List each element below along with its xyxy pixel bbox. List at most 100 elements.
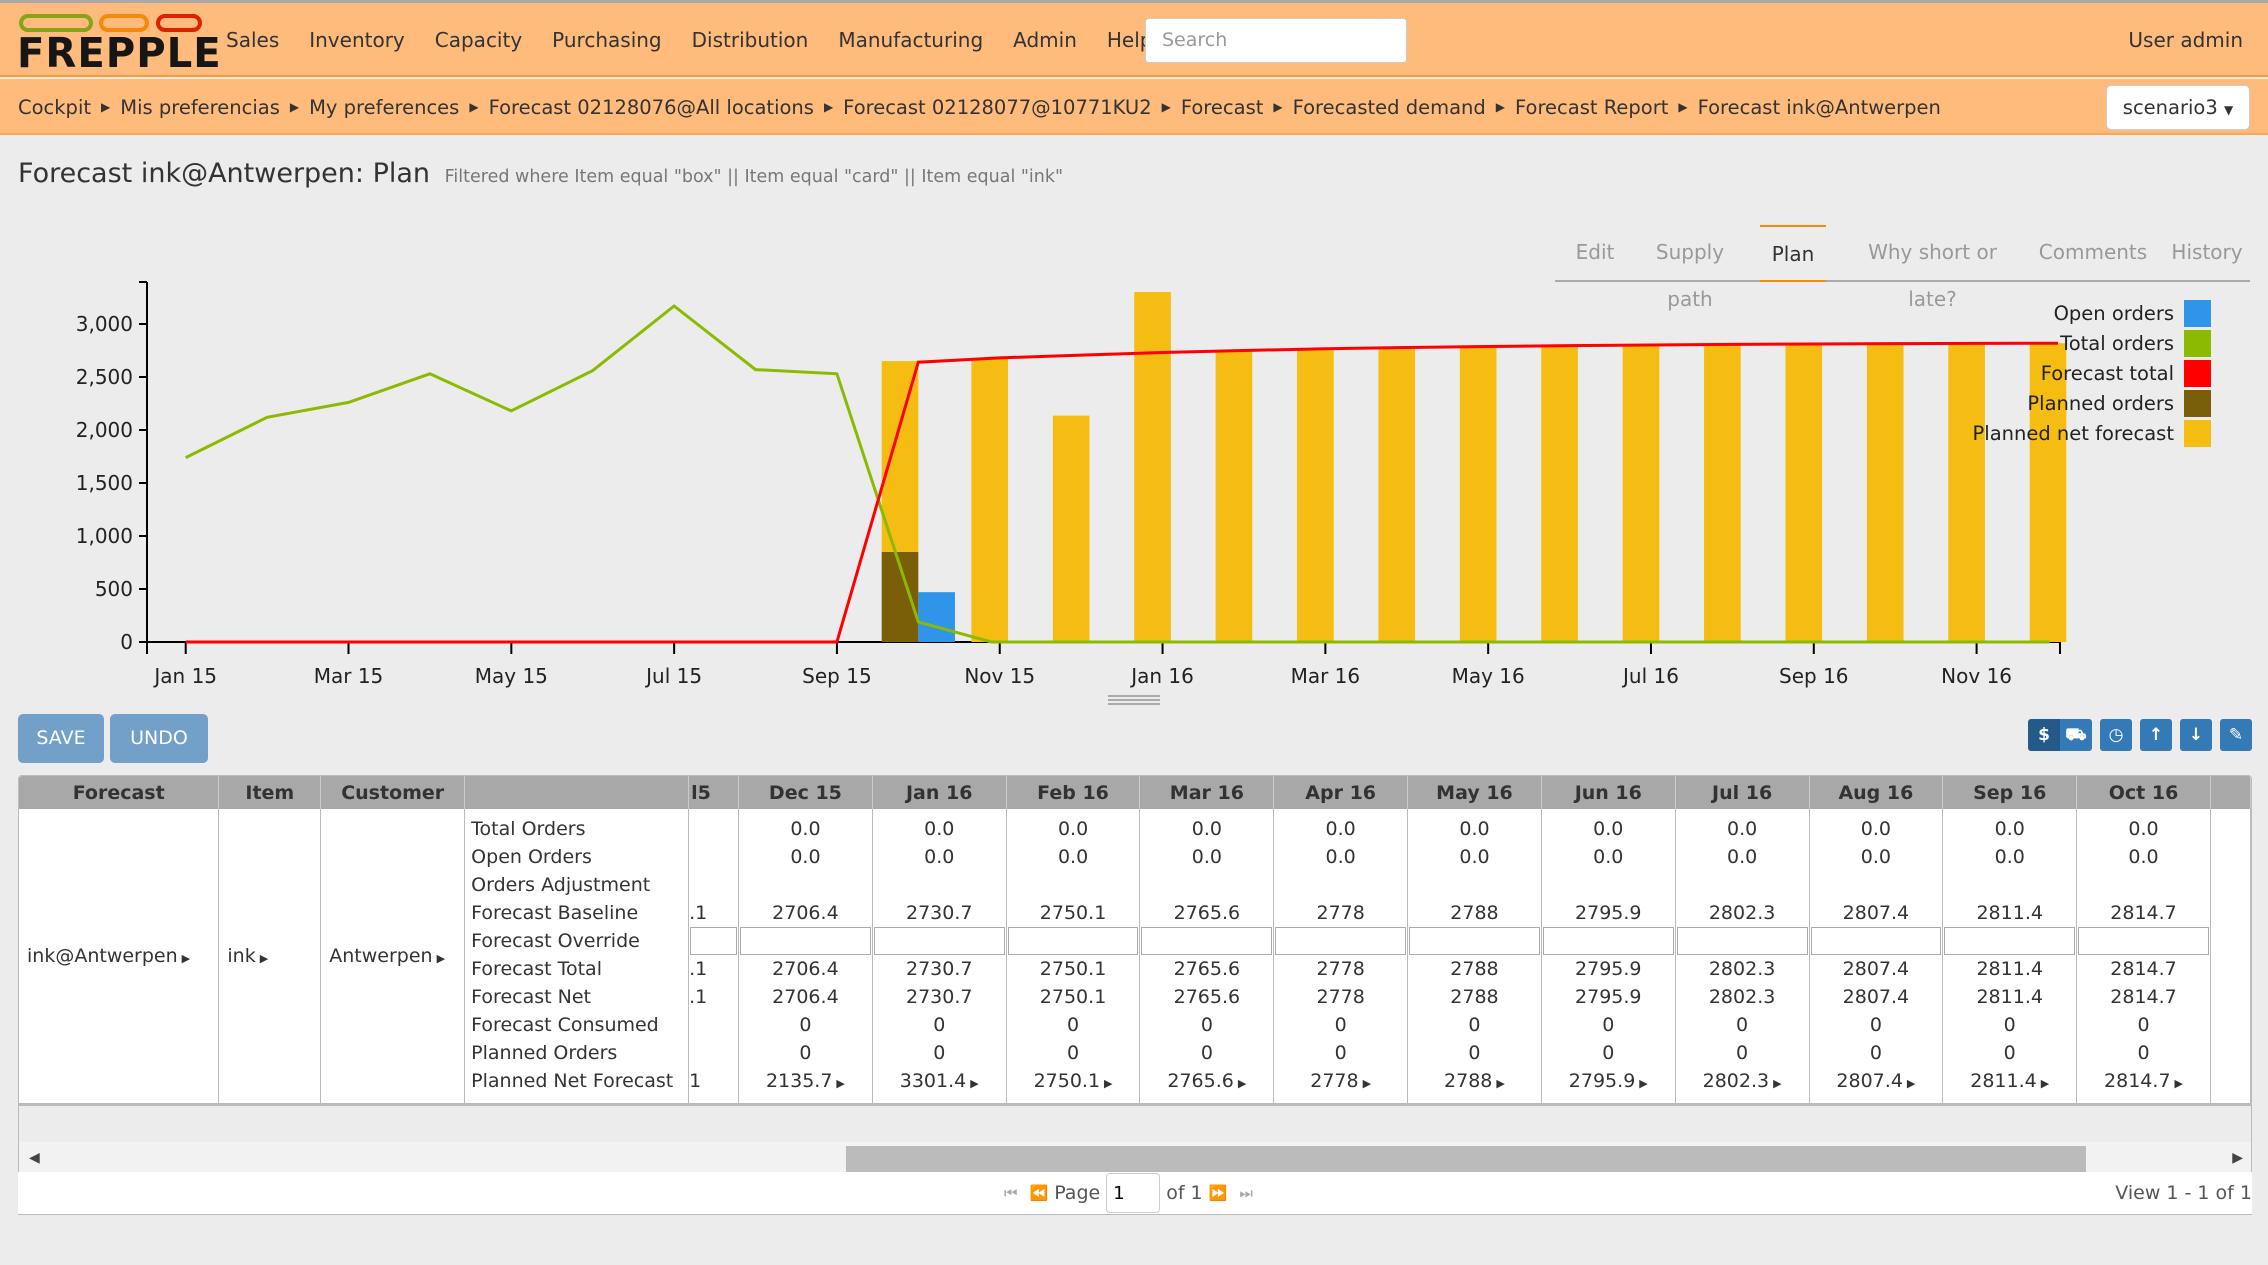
menu-admin[interactable]: Admin — [1013, 28, 1077, 52]
cell-value: 0.0 — [2128, 846, 2159, 868]
pager: ⏮ ⏪ Page of 1 ⏩ ⏭ View 1 - 1 of 1 — [18, 1172, 2252, 1214]
item-cell[interactable]: ink ▶ — [218, 809, 322, 1103]
user-menu[interactable]: User admin — [2128, 3, 2243, 77]
forecast-override-input[interactable] — [1676, 927, 1808, 955]
bar-planned-net-forecast — [1297, 348, 1334, 642]
menu-manufacturing[interactable]: Manufacturing — [838, 28, 983, 52]
breadcrumb-item[interactable]: Forecast — [1181, 96, 1264, 119]
planned-net-forecast-value[interactable]: 2814.7 ▶ — [2077, 1067, 2210, 1095]
breadcrumb-item[interactable]: Mis preferencias — [120, 96, 280, 119]
customer-cell[interactable]: Antwerpen ▶ — [320, 809, 466, 1103]
breadcrumb-item[interactable]: Forecast 02128076@All locations — [489, 96, 814, 119]
forecast-override-input[interactable] — [2078, 927, 2209, 955]
menu-capacity[interactable]: Capacity — [435, 28, 522, 52]
customer-link[interactable]: Antwerpen — [329, 945, 432, 967]
cell-value — [689, 1039, 738, 1067]
column-header-item[interactable]: Item — [218, 776, 322, 809]
column-header-period[interactable]: Feb 16 — [1006, 776, 1141, 809]
caret-right-icon: ▶ — [2174, 1077, 2183, 1090]
forecast-override-input[interactable] — [1409, 927, 1540, 955]
forecast-override-input[interactable] — [1944, 927, 2076, 955]
resize-handle[interactable] — [1108, 695, 1160, 705]
menu-inventory[interactable]: Inventory — [309, 28, 405, 52]
forecast-override-input[interactable] — [690, 927, 738, 955]
column-header-partial[interactable]: l5 — [688, 776, 740, 809]
cell-value: 0.0 — [1860, 818, 1892, 840]
arrow-down-icon[interactable]: ↓ — [2180, 719, 2212, 751]
cell-value: 0 — [1736, 1014, 1749, 1036]
menu-sales[interactable]: Sales — [226, 28, 279, 52]
breadcrumb-item[interactable]: Forecast Report — [1515, 96, 1668, 119]
page-number-input[interactable] — [1106, 1173, 1161, 1213]
column-header-period[interactable]: Oct 16 — [2076, 776, 2211, 809]
forecast-override-input[interactable] — [1275, 927, 1407, 955]
page-of-label: of 1 — [1166, 1182, 1203, 1204]
column-header-customer[interactable]: Customer — [320, 776, 466, 809]
wrench-icon[interactable]: ✎ — [2220, 719, 2252, 751]
planned-net-forecast-value[interactable]: 2778 ▶ — [1274, 1067, 1407, 1095]
column-header-period[interactable]: Aug 16 — [1809, 776, 1944, 809]
next-page-icon[interactable]: ⏩ — [1209, 1184, 1228, 1202]
column-header-period[interactable]: Jul 16 — [1675, 776, 1810, 809]
scrollbar-thumb[interactable] — [846, 1146, 2086, 1172]
scroll-left-icon[interactable]: ◀ — [29, 1150, 40, 1166]
bar-planned-net-forecast — [1866, 343, 1904, 642]
planned-net-forecast-value[interactable]: 2765.6 ▶ — [1140, 1067, 1273, 1095]
planned-net-forecast-value[interactable]: 2750.1 ▶ — [1007, 1067, 1140, 1095]
breadcrumb-item[interactable]: Forecast ink@Antwerpen — [1698, 96, 1941, 119]
column-header-period[interactable]: May 16 — [1407, 776, 1542, 809]
cell-value: 2730.7 — [905, 958, 973, 980]
breadcrumb-item[interactable]: Forecasted demand — [1293, 96, 1486, 119]
column-header-forecast[interactable]: Forecast — [19, 776, 220, 809]
column-header-period[interactable]: Mar 16 — [1139, 776, 1275, 809]
scenario-select[interactable]: scenario3 ▼ — [2106, 85, 2250, 130]
column-header-period[interactable]: Sep 16 — [1942, 776, 2078, 809]
planned-net-forecast-value[interactable]: 2135.7 ▶ — [739, 1067, 872, 1095]
first-page-icon[interactable]: ⏮ — [1004, 1184, 1018, 1202]
cell-value: 0 — [1869, 1014, 1882, 1036]
chart-legend: Open orders Total orders Forecast total Pla… — [1973, 298, 2211, 448]
forecast-override-input[interactable] — [1141, 927, 1273, 955]
forecast-override-input[interactable] — [873, 927, 1005, 955]
planned-net-forecast-value[interactable]: 2802.3 ▶ — [1676, 1067, 1809, 1095]
column-header-partial-right[interactable] — [2210, 776, 2251, 809]
menu-distribution[interactable]: Distribution — [692, 28, 809, 52]
scroll-right-icon[interactable]: ▶ — [2232, 1150, 2243, 1166]
prev-page-icon[interactable]: ⏪ — [1030, 1184, 1049, 1202]
forecast-override-input[interactable] — [1007, 927, 1139, 955]
cell-value: 2750.1 — [1039, 902, 1107, 924]
column-header-period[interactable]: Apr 16 — [1273, 776, 1409, 809]
planned-net-forecast-value[interactable]: 2811.4 ▶ — [1943, 1067, 2076, 1095]
forecast-override-input[interactable] — [740, 927, 871, 955]
bar-planned-net-forecast — [1215, 350, 1253, 642]
breadcrumb-item[interactable]: Cockpit — [18, 96, 91, 119]
breadcrumb-item[interactable]: Forecast 02128077@10771KU2 — [843, 96, 1151, 119]
forecast-override-input[interactable] — [1542, 927, 1674, 955]
clock-icon[interactable]: ◷ — [2100, 719, 2132, 751]
planned-net-forecast-value[interactable]: 3301.4 ▶ — [873, 1067, 1006, 1095]
breadcrumb-item[interactable]: My preferences — [309, 96, 459, 119]
last-page-icon[interactable]: ⏭ — [1239, 1184, 1253, 1202]
truck-icon[interactable]: ⛟ — [2060, 719, 2092, 751]
search-input[interactable]: Search — [1145, 18, 1407, 63]
column-header-period[interactable]: Dec 15 — [738, 776, 873, 809]
menu-purchasing[interactable]: Purchasing — [552, 28, 661, 52]
undo-button[interactable]: UNDO — [110, 714, 208, 763]
save-button[interactable]: SAVE — [18, 714, 104, 763]
column-header-period[interactable]: Jun 16 — [1541, 776, 1676, 809]
item-link[interactable]: ink — [227, 945, 255, 967]
legend-swatch — [2184, 299, 2211, 327]
cell-value: 2795.9 — [1575, 986, 1642, 1008]
cell-value: 0 — [1602, 1042, 1615, 1064]
planned-net-forecast-value[interactable]: 2795.9 ▶ — [1542, 1067, 1675, 1095]
forecast-cell[interactable]: ink@Antwerpen ▶ — [19, 809, 220, 1103]
dollar-icon[interactable]: $ — [2028, 719, 2060, 751]
forecast-link[interactable]: ink@Antwerpen — [27, 945, 178, 967]
planned-net-forecast-value[interactable]: 2807.4 ▶ — [1810, 1067, 1943, 1095]
forecast-override-input[interactable] — [1810, 927, 1942, 955]
planned-net-forecast-value[interactable]: 2788 ▶ — [1408, 1067, 1541, 1095]
frepple-logo[interactable]: FREPPLE — [17, 11, 221, 75]
arrow-up-icon[interactable]: ↑ — [2140, 719, 2172, 751]
column-header-period[interactable]: Jan 16 — [872, 776, 1007, 809]
cell-value: 1 — [689, 1070, 702, 1092]
